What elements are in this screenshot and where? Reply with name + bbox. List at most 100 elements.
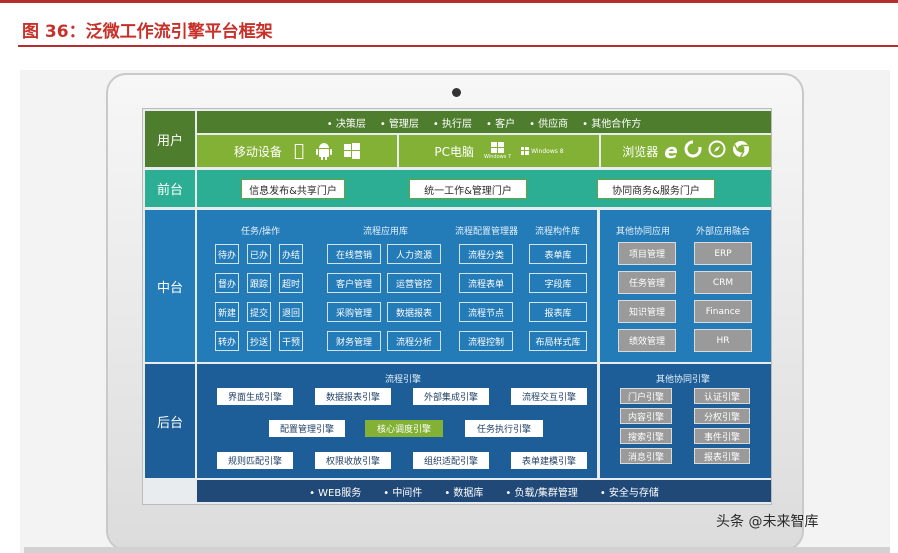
engine-ui-gen: 界面生成引擎 (217, 388, 293, 405)
pc-panel: PC电脑 Windows 7 Windows 8 (399, 135, 599, 167)
engine-org-adapt: 组织适配引擎 (413, 452, 489, 469)
task-transfer: 转办 (215, 331, 239, 351)
back-engine-panel: 流程引擎 界面生成引擎 数据报表引擎 外部集成引擎 流程交互引擎 配置管理引擎 … (197, 364, 597, 478)
task-submit: 提交 (247, 302, 271, 322)
other-app-task: 任务管理 (618, 271, 676, 294)
app-header: 流程应用库 (363, 227, 409, 237)
component-field-lib: 字段库 (529, 273, 587, 293)
engine-portal: 门户引擎 (620, 388, 672, 404)
task-timeout: 超时 (279, 273, 303, 293)
external-erp: ERP (694, 242, 752, 265)
engine-header: 流程引擎 (385, 375, 422, 385)
other-app-performance: 绩效管理 (618, 329, 676, 352)
config-header: 流程配置管理器 (455, 227, 519, 237)
engine-content: 内容引擎 (620, 408, 672, 424)
mobile-device-panel: 移动设备  (197, 135, 397, 167)
role-partner: 其他合作方 (591, 118, 642, 130)
back-other-panel: 其他协同引擎 门户引擎 认证引擎 内容引擎 分权引擎 搜索引擎 事件引擎 消息引… (600, 364, 771, 478)
engine-search: 搜索引擎 (620, 428, 672, 444)
app-customer-mgmt: 客户管理 (327, 273, 381, 293)
safari-icon (708, 140, 726, 162)
other-engine-header: 其他协同引擎 (656, 375, 711, 385)
windows8-flag-icon (521, 147, 530, 155)
laptop-screen: 用户 • 决策层 • 管理层 • 执行层 • 客户 • 供应商 • 其他合作方 … (142, 108, 772, 505)
app-hr: 人力资源 (387, 244, 441, 264)
infra-security-storage: 安全与存储 (608, 487, 659, 499)
engine-form-model: 表单建模引擎 (511, 452, 587, 469)
component-report-lib: 报表库 (529, 302, 587, 322)
task-todo: 待办 (215, 244, 239, 264)
config-control: 流程控制 (459, 331, 513, 351)
camera-icon (452, 88, 461, 97)
other-app-project: 项目管理 (618, 242, 676, 265)
apple-icon:  (294, 141, 304, 161)
engine-core-scheduler: 核心调度引擎 (365, 420, 443, 437)
row-label-front: 前台 (145, 170, 195, 207)
task-new: 新建 (215, 302, 239, 322)
engine-decentralize: 分权引擎 (694, 408, 750, 424)
middle-other-panel: 其他协同应用 外部应用融合 项目管理 任务管理 知识管理 绩效管理 ERP CR… (600, 210, 771, 362)
title-rule (18, 45, 898, 47)
app-online-marketing: 在线营销 (327, 244, 381, 264)
component-form-lib: 表单库 (529, 244, 587, 264)
browser-panel: 浏览器 e (601, 135, 771, 167)
task-return: 退回 (279, 302, 303, 322)
task-done: 已办 (247, 244, 271, 264)
watermark: 头条 @未来智库 (716, 511, 818, 531)
config-node: 流程节点 (459, 302, 513, 322)
chrome-icon (732, 140, 750, 162)
watermark-text: 头条 @未来智库 (716, 514, 819, 530)
windows8-text: Windows 8 (531, 147, 564, 155)
role-management: 管理层 (388, 118, 419, 130)
other-app-knowledge: 知识管理 (618, 300, 676, 323)
engine-permission: 权限收放引擎 (315, 452, 391, 469)
engine-config-mgmt: 配置管理引擎 (269, 420, 345, 437)
task-intervene: 干预 (279, 331, 303, 351)
windows-icon (344, 143, 361, 159)
infra-bar: • WEB服务 • 中间件 • 数据库 • 负载/集群管理 • 安全与存储 (197, 480, 771, 502)
row-label-back: 后台 (145, 364, 195, 478)
external-hr: HR (694, 329, 752, 352)
infra-database: 数据库 (453, 487, 484, 499)
app-process-analysis: 流程分析 (387, 331, 441, 351)
infra-web: WEB服务 (318, 487, 362, 499)
pc-label: PC电脑 (434, 144, 474, 159)
task-header: 任务/操作 (241, 227, 281, 237)
task-track: 跟踪 (247, 273, 271, 293)
row-label-user: 用户 (145, 111, 195, 167)
top-rule (0, 0, 898, 3)
portal-info-sharing: 信息发布&共享门户 (241, 179, 345, 199)
task-closed: 办结 (279, 244, 303, 264)
user-roles-bar: • 决策层 • 管理层 • 执行层 • 客户 • 供应商 • 其他合作方 (197, 111, 771, 133)
windows8-logo: Windows 8 (521, 147, 564, 155)
user-roles-list: • 决策层 • 管理层 • 执行层 • 客户 • 供应商 • 其他合作方 (326, 118, 642, 130)
portal-collab-service: 协同商务&服务门户 (597, 179, 715, 199)
external-crm: CRM (694, 271, 752, 294)
infra-load-cluster: 负载/集群管理 (514, 487, 578, 499)
config-category: 流程分类 (459, 244, 513, 264)
engine-event: 事件引擎 (694, 428, 750, 444)
windows7-flag-icon (490, 142, 504, 153)
engine-auth: 认证引擎 (694, 388, 750, 404)
engine-report: 报表引擎 (694, 448, 750, 464)
middle-main-panel: 任务/操作 流程应用库 流程配置管理器 流程构件库 待办 已办 办结 督办 跟踪… (197, 210, 597, 362)
config-form: 流程表单 (459, 273, 513, 293)
role-execution: 执行层 (442, 118, 472, 130)
figure-title: 图 36：泛微工作流引擎平台框架 (22, 22, 273, 42)
windows7-logo: Windows 7 (484, 142, 511, 160)
browser-label: 浏览器 (622, 144, 659, 159)
task-supervise: 督办 (215, 273, 239, 293)
role-decision: 决策层 (335, 118, 366, 130)
app-data-reports: 数据报表 (387, 302, 441, 322)
external-header: 外部应用融合 (696, 227, 751, 237)
engine-ext-integration: 外部集成引擎 (413, 388, 489, 405)
task-cc: 抄送 (247, 331, 271, 351)
engine-task-exec: 任务执行引擎 (465, 420, 543, 437)
app-finance: 财务管理 (327, 331, 381, 351)
component-layout-lib: 布局样式库 (529, 331, 587, 351)
engine-rule-match: 规则匹配引擎 (217, 452, 293, 469)
app-operations: 运营管控 (387, 273, 441, 293)
external-finance: Finance (694, 300, 752, 323)
android-icon (316, 142, 333, 160)
laptop-base (24, 547, 890, 553)
